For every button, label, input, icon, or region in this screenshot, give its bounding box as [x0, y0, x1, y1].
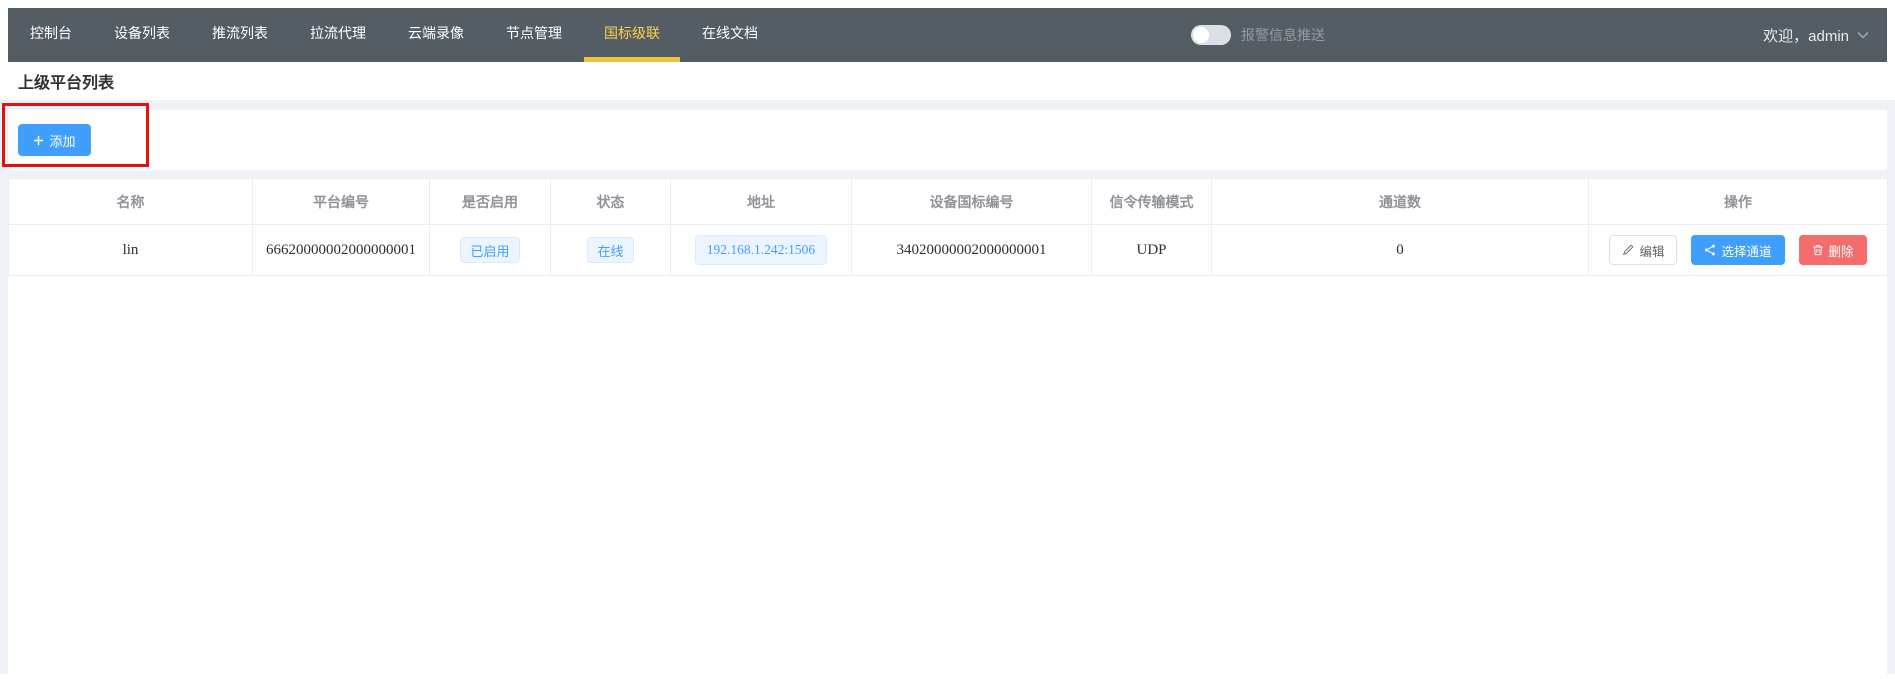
nav-tab-device-list[interactable]: 设备列表: [94, 8, 190, 62]
alarm-push-cluster: 报警信息推送: [1191, 8, 1325, 62]
add-button[interactable]: 添加: [18, 124, 91, 156]
nav-tab-pull-proxy[interactable]: 拉流代理: [290, 8, 386, 62]
column-header-name: 名称: [9, 179, 253, 225]
row-actions: 编辑 选择通道: [1589, 235, 1887, 265]
platform-table-card: 名称 平台编号 是否启用 状态 地址 设备国标编号 信令传输模式 通道数 操作 …: [8, 178, 1887, 674]
column-header-actions: 操作: [1589, 179, 1888, 225]
column-header-platform-id: 平台编号: [253, 179, 430, 225]
column-header-address: 地址: [671, 179, 852, 225]
cell-enabled: 已启用: [430, 225, 551, 276]
alarm-push-toggle[interactable]: [1191, 25, 1231, 45]
delete-button[interactable]: 删除: [1799, 235, 1867, 265]
cell-name: lin: [9, 225, 253, 276]
add-button-label: 添加: [49, 131, 75, 150]
nav-tab-node-manage[interactable]: 节点管理: [486, 8, 582, 62]
edit-button[interactable]: 编辑: [1609, 235, 1677, 265]
chevron-down-icon: [1857, 31, 1869, 39]
column-header-device-gb-id: 设备国标编号: [852, 179, 1092, 225]
column-header-channel-count: 通道数: [1212, 179, 1589, 225]
toggle-knob: [1193, 27, 1209, 43]
page-title: 上级平台列表: [18, 69, 114, 93]
delete-button-label: 删除: [1829, 241, 1854, 260]
select-channel-button-label: 选择通道: [1721, 241, 1771, 260]
cell-status: 在线: [551, 225, 671, 276]
cell-transport-mode: UDP: [1092, 225, 1212, 276]
nav-tab-push-list[interactable]: 推流列表: [192, 8, 288, 62]
table-row: lin 66620000002000000001 已启用 在线 192.168.…: [9, 225, 1888, 276]
cell-actions: 编辑 选择通道: [1589, 225, 1888, 276]
welcome-text: 欢迎，admin: [1763, 25, 1849, 46]
trash-icon: [1812, 244, 1824, 256]
column-header-status: 状态: [551, 179, 671, 225]
nav-tab-cloud-record[interactable]: 云端录像: [388, 8, 484, 62]
nav-tab-console[interactable]: 控制台: [10, 8, 92, 62]
cell-platform-id: 66620000002000000001: [253, 225, 430, 276]
cell-address: 192.168.1.242:1506: [671, 225, 852, 276]
plus-icon: [33, 135, 44, 146]
column-header-transport-mode: 信令传输模式: [1092, 179, 1212, 225]
cell-channel-count: 0: [1212, 225, 1589, 276]
enabled-badge: 已启用: [460, 237, 519, 263]
title-bar: 上级平台列表: [8, 62, 1887, 100]
nav-tab-online-docs[interactable]: 在线文档: [682, 8, 778, 62]
alarm-push-label: 报警信息推送: [1241, 25, 1325, 45]
select-channel-button[interactable]: 选择通道: [1691, 235, 1784, 265]
share-icon: [1704, 244, 1716, 256]
status-badge: 在线: [587, 237, 633, 263]
pencil-icon: [1622, 244, 1634, 256]
table-header-row: 名称 平台编号 是否启用 状态 地址 设备国标编号 信令传输模式 通道数 操作: [9, 179, 1888, 225]
nav-tab-gb-cascade[interactable]: 国标级联: [584, 8, 680, 62]
top-navbar: 控制台 设备列表 推流列表 拉流代理 云端录像 节点管理 国标级联 在线文档 报…: [8, 8, 1887, 62]
edit-button-label: 编辑: [1639, 241, 1664, 260]
platform-table: 名称 平台编号 是否启用 状态 地址 设备国标编号 信令传输模式 通道数 操作 …: [8, 178, 1888, 276]
column-header-enabled: 是否启用: [430, 179, 551, 225]
nav-tabs: 控制台 设备列表 推流列表 拉流代理 云端录像 节点管理 国标级联 在线文档: [8, 8, 780, 62]
cell-device-gb-id: 34020000002000000001: [852, 225, 1092, 276]
toolbar: 添加: [8, 110, 1887, 170]
user-menu[interactable]: 欢迎，admin: [1763, 8, 1869, 62]
address-badge: 192.168.1.242:1506: [695, 235, 827, 265]
